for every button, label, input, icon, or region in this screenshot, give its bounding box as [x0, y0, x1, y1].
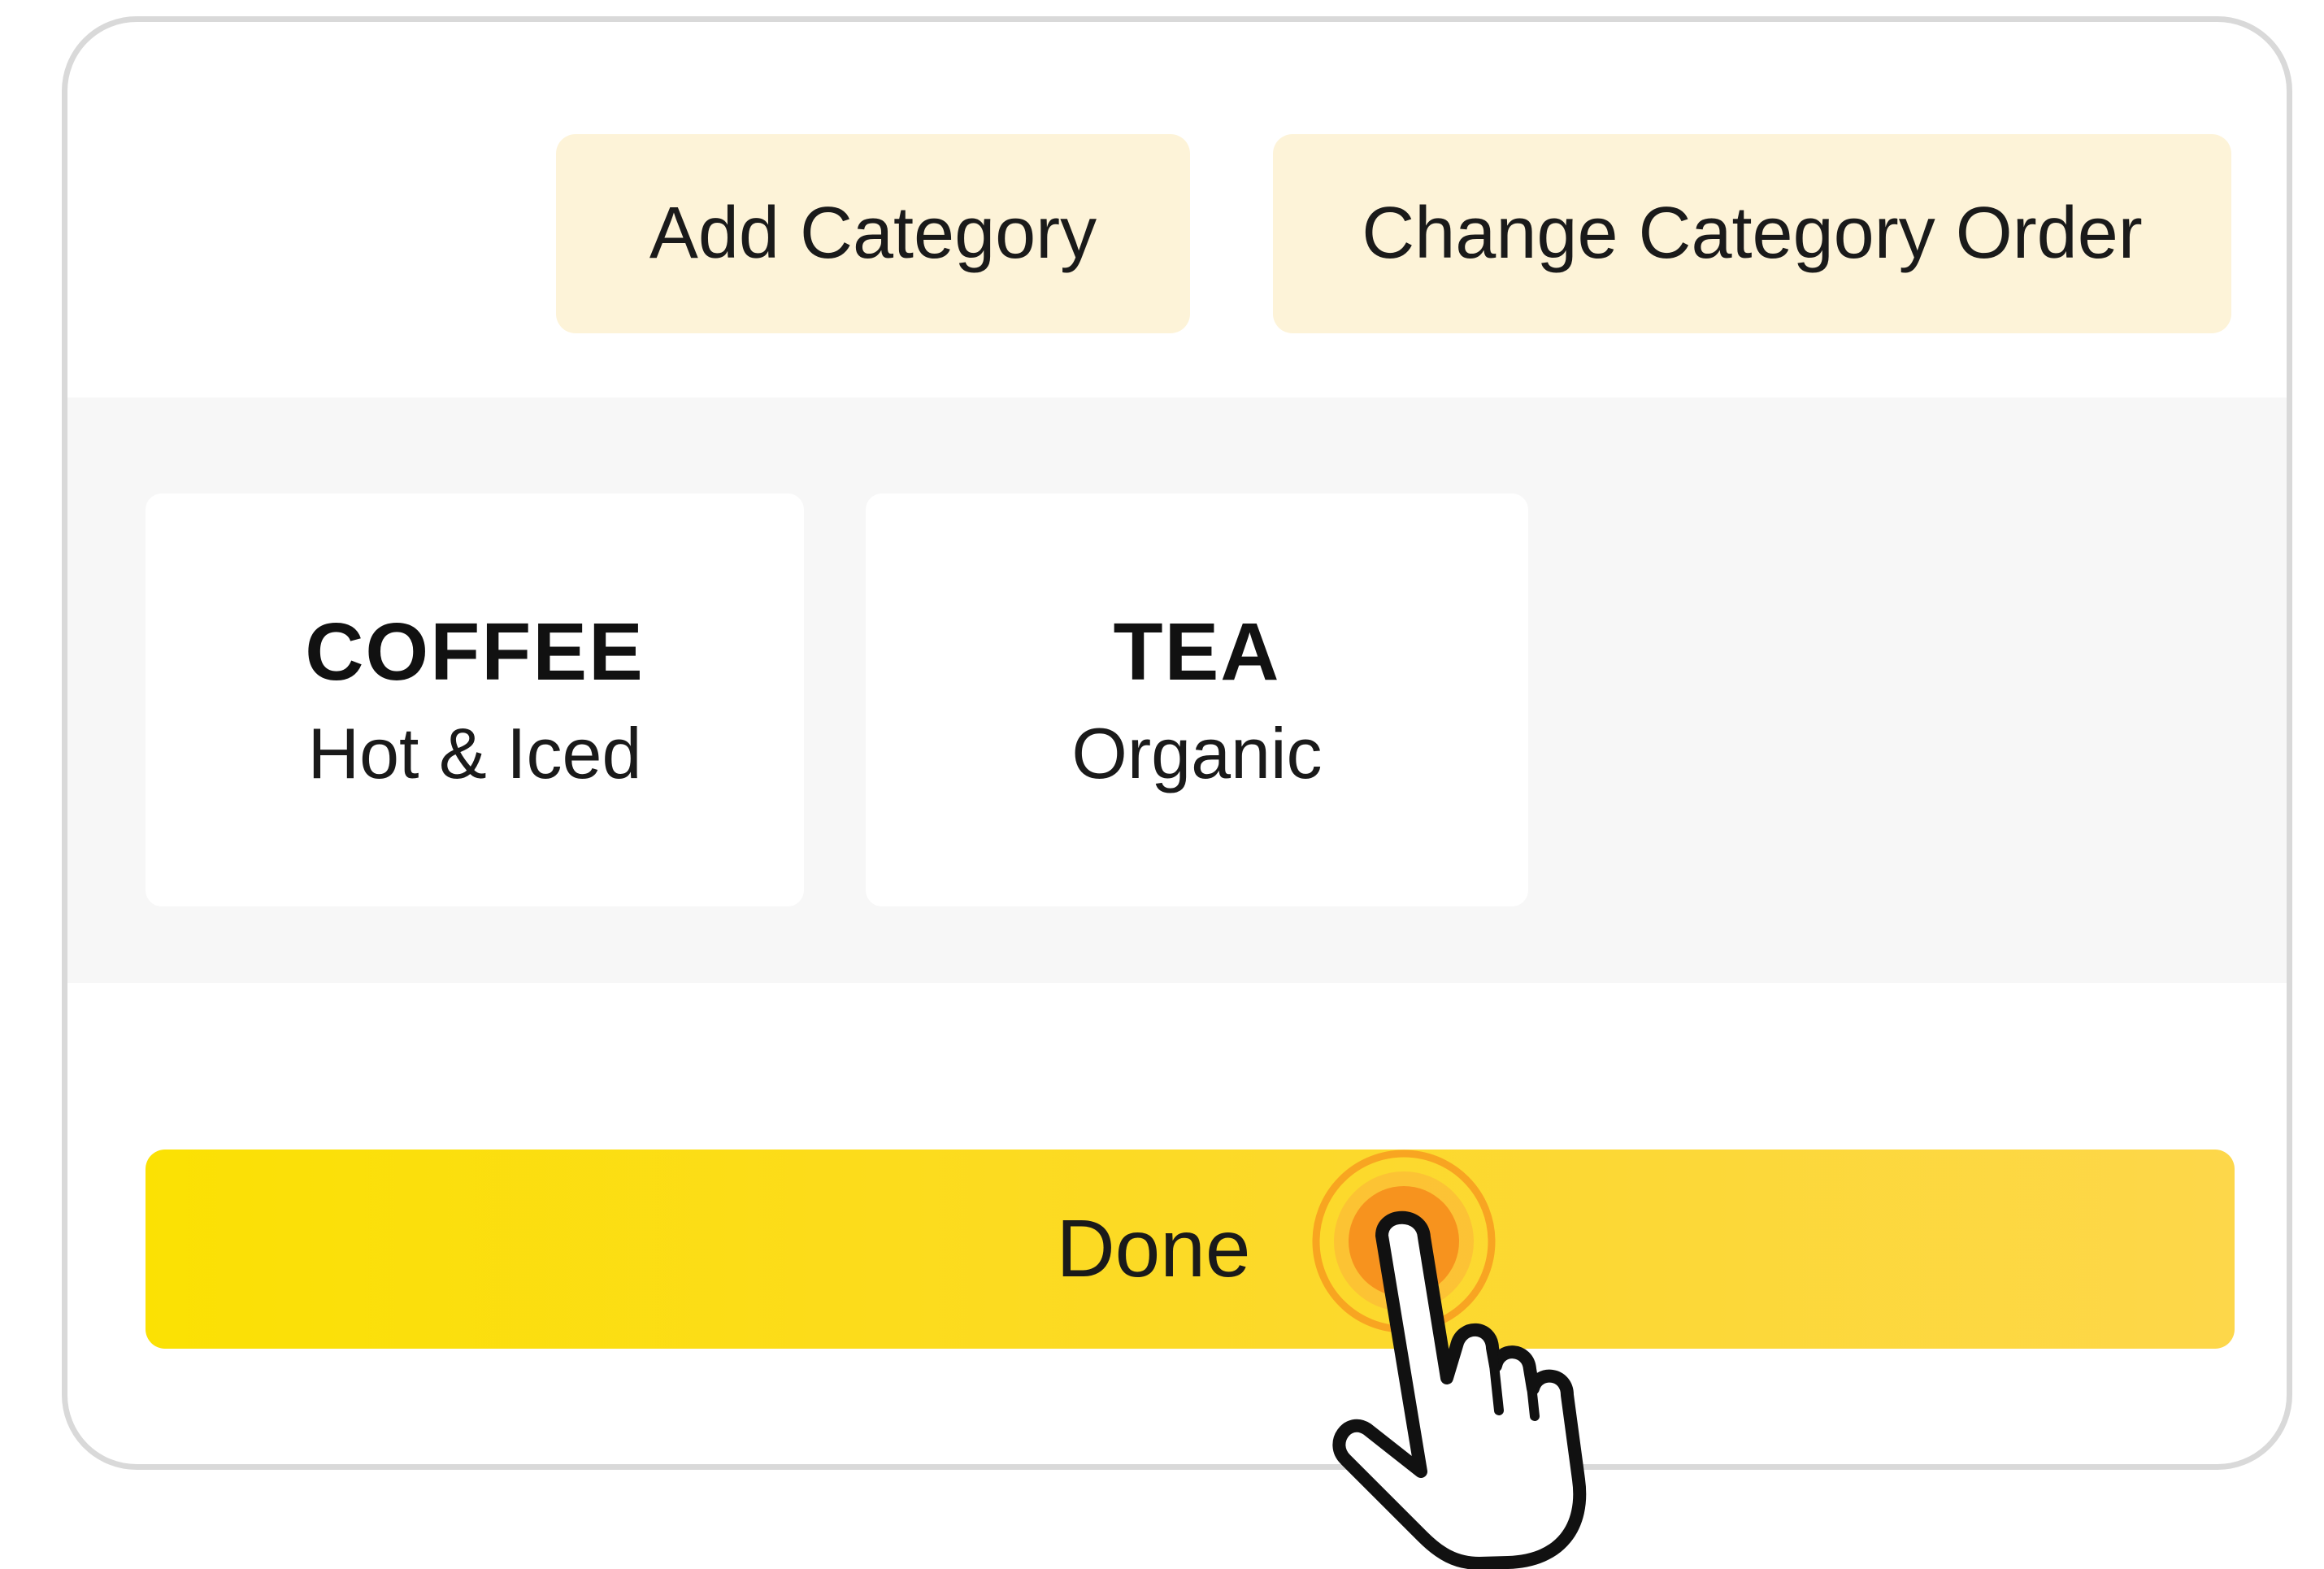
category-editor-dialog: Add Category Change Category Order COFFE…	[62, 16, 2292, 1470]
category-title: TEA	[1113, 606, 1281, 698]
category-card-coffee[interactable]: COFFEE Hot & Iced	[146, 493, 804, 906]
category-subtitle: Organic	[1071, 712, 1323, 793]
change-category-order-button[interactable]: Change Category Order	[1273, 134, 2231, 333]
done-button[interactable]: Done	[146, 1150, 2235, 1349]
add-category-button[interactable]: Add Category	[556, 134, 1190, 333]
category-list: COFFEE Hot & Iced TEA Organic	[67, 398, 2287, 983]
category-card-tea[interactable]: TEA Organic	[866, 493, 1528, 906]
category-subtitle: Hot & Iced	[307, 712, 642, 793]
category-title: COFFEE	[305, 606, 645, 698]
